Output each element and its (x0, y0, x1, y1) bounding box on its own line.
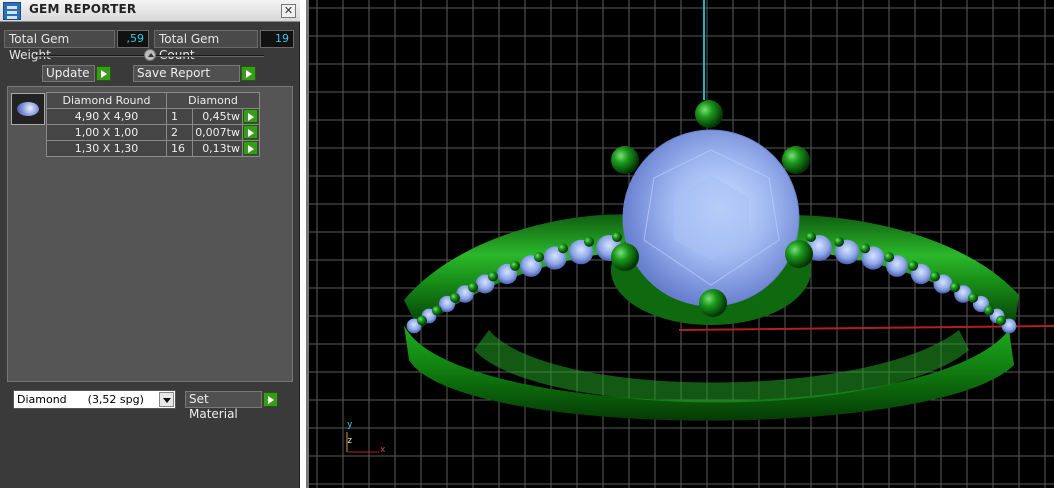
gem-size: 1,30 X 1,30 (46, 140, 167, 157)
bead-prong (488, 271, 498, 282)
total-gem-weight-label: Total Gem Weight (4, 30, 115, 62)
bead-prong (417, 315, 427, 326)
save-report-button[interactable]: Save Report (133, 65, 240, 82)
gem-weight: 0,45tw (192, 108, 243, 125)
table-row: 1,00 X 1,00 2 0,007tw (46, 124, 260, 141)
set-material-go-arrow-icon[interactable] (263, 392, 278, 407)
bead-prong (860, 243, 870, 254)
gem-size: 1,00 X 1,00 (46, 124, 167, 141)
gem-count: 16 (166, 140, 193, 157)
select-row-arrow-icon[interactable] (243, 125, 258, 139)
bead-prong (930, 271, 940, 282)
select-row-arrow-icon[interactable] (243, 141, 258, 155)
bead-prong (534, 252, 544, 263)
bead-prong (450, 292, 460, 303)
total-gem-count-label: Total Gem Count (154, 30, 258, 62)
bead-prong (996, 315, 1006, 326)
gem-list-area: Diamond Round Diamond 4,90 X 4,90 1 0,45… (7, 86, 293, 382)
gem-count: 1 (166, 108, 193, 125)
gem-weight: 0,007tw (192, 124, 243, 141)
gem-size: 4,90 X 4,90 (46, 108, 167, 125)
bead-prong (984, 305, 994, 316)
close-button[interactable]: ✕ (281, 4, 296, 18)
update-go-arrow-icon[interactable] (96, 66, 111, 81)
gizmo-x-label: x (380, 445, 386, 455)
round-diamond-thumbnail-icon[interactable] (11, 93, 45, 125)
gem-reporter-panel: GEM REPORTER ✕ Total Gem Weight ,59 Tota… (0, 0, 300, 488)
bead-prong (884, 252, 894, 263)
bead-prong (510, 260, 520, 271)
gem-reporter-app-icon (3, 2, 21, 20)
column-header-shape: Diamond Round (46, 92, 167, 109)
row-action-cell (242, 140, 260, 157)
ring-render (309, 0, 1054, 488)
total-gem-count-value: 19 (260, 30, 294, 48)
table-header-row: Diamond Round Diamond (46, 92, 260, 109)
bead-prong (950, 282, 960, 293)
bead-prong (468, 282, 478, 293)
gem-table: Diamond Round Diamond 4,90 X 4,90 1 0,45… (46, 92, 260, 157)
select-row-arrow-icon[interactable] (243, 109, 258, 123)
bead-prong (806, 232, 816, 242)
chevron-down-icon[interactable] (159, 392, 174, 407)
prong (611, 146, 639, 174)
material-dropdown-value: Diamond (3,52 spg) (17, 393, 144, 406)
bead-prong (584, 236, 594, 247)
material-dropdown[interactable]: Diamond (3,52 spg) (13, 390, 176, 409)
bead-prong (908, 260, 918, 271)
set-material-button[interactable]: Set Material (185, 391, 262, 421)
prong (695, 100, 723, 128)
bead-prong (968, 292, 978, 303)
gizmo-y-label: y (347, 420, 353, 430)
table-row: 1,30 X 1,30 16 0,13tw (46, 140, 260, 157)
bead-prong (612, 232, 622, 242)
3d-viewport[interactable]: y z x (306, 0, 1054, 488)
bead-prong (558, 243, 568, 254)
splitter-handle[interactable] (144, 49, 156, 61)
prong (699, 289, 727, 317)
gizmo-z-label: z (347, 436, 353, 446)
x-axis-line (678, 325, 1054, 331)
row-action-cell (242, 124, 260, 141)
save-report-go-arrow-icon[interactable] (241, 66, 256, 81)
bead-prong (834, 236, 844, 247)
total-gem-weight-value: ,59 (117, 30, 149, 48)
column-header-material: Diamond (166, 92, 260, 109)
prong (785, 240, 813, 268)
window-title: GEM REPORTER (29, 2, 137, 16)
prong (782, 146, 810, 174)
title-bar[interactable]: GEM REPORTER ✕ (0, 0, 300, 22)
row-action-cell (242, 108, 260, 125)
prong (611, 243, 639, 271)
update-button[interactable]: Update (42, 65, 95, 82)
gem-weight: 0,13tw (192, 140, 243, 157)
gem-count: 2 (166, 124, 193, 141)
bead-prong (432, 305, 442, 316)
table-row: 4,90 X 4,90 1 0,45tw (46, 108, 260, 125)
